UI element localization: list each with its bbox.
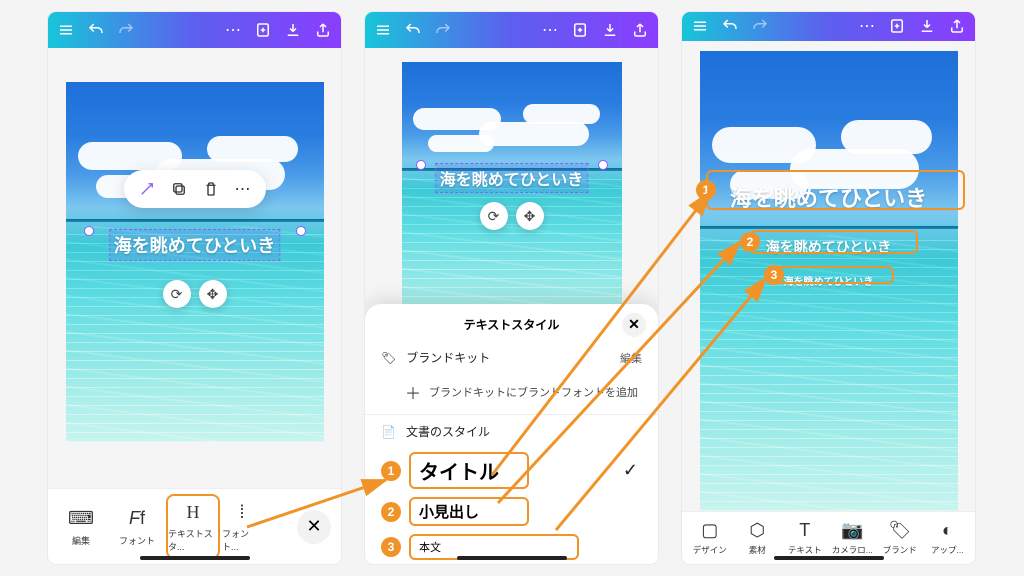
redo-icon[interactable] (433, 20, 453, 40)
add-page-icon[interactable] (570, 20, 590, 40)
text-edit-toolbar: ⌨編集 Ffフォント Hテキストスタ... ⁞フォント... ✕ (48, 488, 341, 564)
check-icon: ✓ (623, 460, 642, 481)
result-body-box: 3 (774, 266, 894, 284)
menu-icon[interactable] (373, 20, 393, 40)
editor-canvas[interactable]: ⋯ 海を眺めてひといき ⟳ ✥ (48, 48, 341, 488)
redo-icon[interactable] (750, 16, 770, 36)
rotate-icon[interactable]: ⟳ (163, 280, 191, 308)
annotation-badge-1: 1 (381, 461, 401, 481)
more-icon[interactable]: ⋯ (223, 20, 243, 40)
download-icon[interactable] (917, 16, 937, 36)
home-indicator (457, 556, 567, 560)
more-icon[interactable]: ⋯ (230, 176, 256, 202)
annotation-badge-2: 2 (740, 232, 760, 252)
undo-icon[interactable] (720, 16, 740, 36)
context-toolbar: ⋯ (124, 170, 266, 208)
move-icon[interactable]: ✥ (199, 280, 227, 308)
annotation-badge-3: 3 (764, 265, 784, 285)
delete-icon[interactable] (198, 176, 224, 202)
duplicate-icon[interactable] (166, 176, 192, 202)
download-icon[interactable] (283, 20, 303, 40)
nav-apps[interactable]: ◐アップ... (924, 520, 972, 556)
result-title-box: 1 (706, 170, 965, 210)
rotate-icon[interactable]: ⟳ (480, 202, 508, 230)
more-icon[interactable]: ⋯ (857, 16, 877, 36)
style-option-subtitle[interactable]: 2 小見出し (381, 493, 642, 530)
download-icon[interactable] (600, 20, 620, 40)
close-sheet-button[interactable]: ✕ (622, 313, 646, 337)
share-icon[interactable] (947, 16, 967, 36)
tool-text-style[interactable]: Hテキストスタ... (166, 494, 220, 559)
phone-screen-3: ⋯ 海を眺めてひといき 海を眺めてひといき 海を眺めてひといき 1 2 3 (682, 12, 975, 564)
tool-keyboard[interactable]: ⌨編集 (54, 503, 108, 551)
redo-icon[interactable] (116, 20, 136, 40)
nav-brand[interactable]: 🏷ブランド (876, 520, 924, 556)
document-icon: 📄 (381, 425, 396, 439)
nav-design[interactable]: ▢デザイン (686, 520, 734, 556)
nav-elements[interactable]: ⬡素材 (734, 520, 782, 556)
app-top-bar: ⋯ (48, 12, 341, 48)
magic-edit-icon[interactable] (134, 176, 160, 202)
tool-font[interactable]: Ffフォント (110, 503, 164, 551)
doc-style-row: 📄 文書のスタイル (365, 414, 658, 448)
app-top-bar: ⋯ (365, 12, 658, 48)
nav-text[interactable]: Tテキスト (781, 520, 829, 556)
result-subtitle-box: 2 (750, 230, 918, 254)
undo-icon[interactable] (86, 20, 106, 40)
add-brand-font-row[interactable]: ＋ ブランドキットにブランドフォントを追加 (365, 374, 658, 414)
app-top-bar: ⋯ (682, 12, 975, 41)
text-element-selected[interactable]: 海を眺めてひといき (436, 164, 588, 192)
phone-screen-1: ⋯ ⋯ 海を眺めてひといき ⟳ ✥ (48, 12, 341, 564)
phone-screen-2: ⋯ 海を眺めてひといき ⟳ ✥ テキストスタイル ✕ (365, 12, 658, 564)
tool-font-size[interactable]: ⁞フォント... (222, 496, 262, 557)
close-toolbar-button[interactable]: ✕ (297, 510, 331, 544)
menu-icon[interactable] (690, 16, 710, 36)
plus-icon: ＋ (405, 380, 421, 404)
brand-kit-row[interactable]: 🏷 ブランドキット 編集 (365, 341, 658, 374)
add-page-icon[interactable] (253, 20, 273, 40)
annotation-badge-3: 3 (381, 537, 401, 557)
add-page-icon[interactable] (887, 16, 907, 36)
more-icon[interactable]: ⋯ (540, 20, 560, 40)
edit-brand-link[interactable]: 編集 (620, 350, 642, 366)
editor-canvas[interactable]: 海を眺めてひといき 海を眺めてひといき 海を眺めてひといき 1 2 3 (682, 41, 975, 511)
brand-kit-icon: 🏷 (381, 351, 396, 365)
annotation-badge-2: 2 (381, 502, 401, 522)
share-icon[interactable] (630, 20, 650, 40)
share-icon[interactable] (313, 20, 333, 40)
sheet-title: テキストスタイル ✕ (365, 316, 658, 333)
text-style-sheet: テキストスタイル ✕ 🏷 ブランドキット 編集 ＋ ブランドキットにブランドフォ… (365, 304, 658, 564)
style-option-title[interactable]: 1 タイトル ✓ (381, 448, 642, 493)
annotation-badge-1: 1 (696, 180, 716, 200)
move-icon[interactable]: ✥ (516, 202, 544, 230)
menu-icon[interactable] (56, 20, 76, 40)
home-indicator (774, 556, 884, 560)
text-element-selected[interactable]: 海を眺めてひといき (110, 230, 279, 260)
undo-icon[interactable] (403, 20, 423, 40)
nav-camera[interactable]: 📷カメラロ... (829, 520, 877, 556)
home-indicator (140, 556, 250, 560)
